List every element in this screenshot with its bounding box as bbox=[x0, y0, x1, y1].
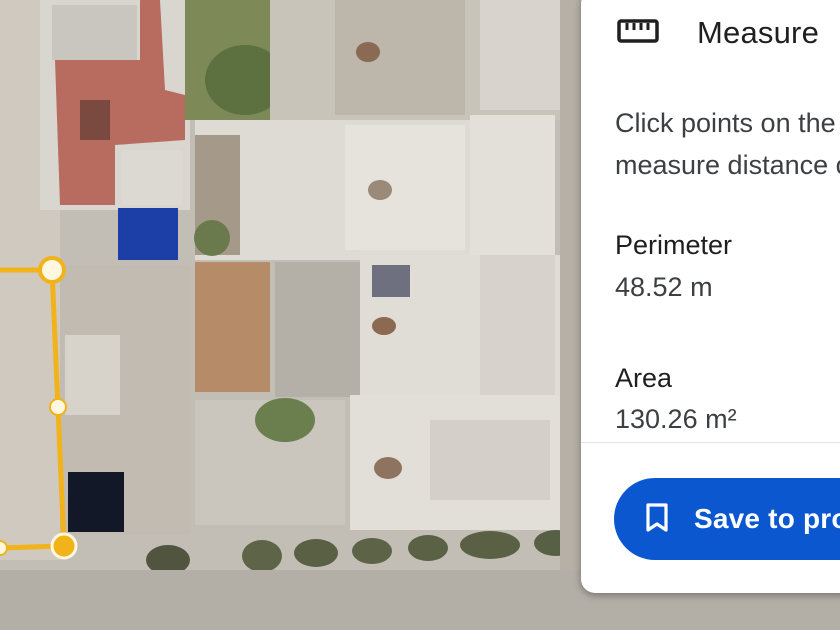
panel-title: Measure bbox=[697, 15, 820, 50]
measure-panel: Measure Click points on the map to measu… bbox=[581, 0, 840, 593]
panel-header: Measure bbox=[617, 15, 819, 51]
measure-point[interactable] bbox=[38, 256, 66, 284]
save-to-project-button[interactable]: Save to project bbox=[614, 478, 840, 560]
ruler-icon bbox=[617, 18, 659, 49]
measure-midpoint[interactable] bbox=[0, 540, 8, 556]
measure-point[interactable] bbox=[50, 532, 78, 560]
panel-divider bbox=[581, 442, 840, 443]
area-value: 130.26 m² bbox=[615, 404, 737, 434]
measure-instructions: Click points on the map to measure dista… bbox=[615, 108, 840, 180]
area-label: Area bbox=[615, 363, 673, 393]
perimeter-label: Perimeter bbox=[615, 230, 733, 260]
bookmark-icon bbox=[614, 502, 670, 536]
perimeter-value: 48.52 m bbox=[615, 272, 713, 302]
save-button-label: Save to project bbox=[694, 503, 840, 534]
measure-midpoint[interactable] bbox=[49, 398, 67, 416]
